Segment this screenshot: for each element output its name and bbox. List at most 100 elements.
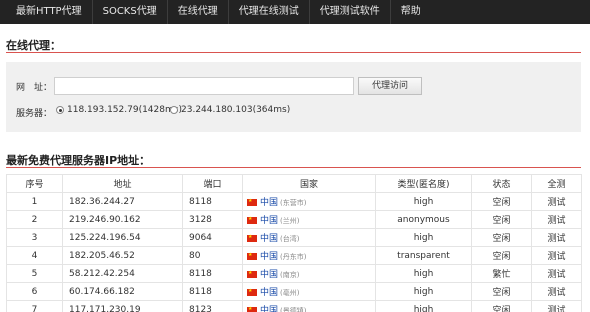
country-name[interactable]: 中国 (260, 198, 278, 208)
row-status: 空闲 (471, 282, 532, 301)
row-country: 中国(东营市) (242, 192, 376, 211)
nav-item-proxy-online-test[interactable]: 代理在线测试 (229, 0, 310, 24)
row-address: 182.205.46.52 (62, 246, 183, 265)
row-port: 9064 (182, 228, 243, 247)
test-all-link[interactable]: 全测 (531, 174, 582, 193)
table-row: 558.212.42.2548118中国(南京)high繁忙测试 (6, 264, 582, 283)
row-number: 4 (6, 246, 63, 265)
country-name[interactable]: 中国 (260, 306, 278, 312)
row-port: 8118 (182, 264, 243, 283)
nav-item-online-proxy[interactable]: 在线代理 (168, 0, 229, 24)
radio-unchecked-icon[interactable] (170, 106, 178, 114)
test-link[interactable]: 测试 (531, 246, 582, 265)
row-status: 空闲 (471, 300, 532, 312)
row-port: 8118 (182, 282, 243, 301)
row-address: 219.246.90.162 (62, 210, 183, 229)
nav-item-proxy-test-software[interactable]: 代理测试软件 (310, 0, 391, 24)
test-link[interactable]: 测试 (531, 264, 582, 283)
city-name: (亳州) (280, 289, 300, 297)
nav-item-help[interactable]: 帮助 (391, 0, 431, 24)
row-port: 8123 (182, 300, 243, 312)
test-link[interactable]: 测试 (531, 282, 582, 301)
row-country: 中国(景德镇) (242, 300, 376, 312)
server-option-label: 23.244.180.103(364ms) (181, 105, 291, 115)
col-header-type: 类型(匿名度) (375, 174, 472, 193)
table-row: 7117.171.230.198123中国(景德镇)high空闲测试 (6, 300, 582, 312)
proxy-visit-button[interactable]: 代理访问 (358, 77, 422, 95)
row-status: 空闲 (471, 228, 532, 247)
city-name: (南京) (280, 271, 300, 279)
row-status: 空闲 (471, 246, 532, 265)
china-flag-icon (247, 232, 257, 242)
test-link[interactable]: 测试 (531, 210, 582, 229)
col-header-no: 序号 (6, 174, 63, 193)
row-type: high (375, 264, 472, 283)
row-status: 空闲 (471, 192, 532, 211)
row-address: 117.171.230.19 (62, 300, 183, 312)
row-address: 60.174.66.182 (62, 282, 183, 301)
row-country: 中国(亳州) (242, 282, 376, 301)
row-type: high (375, 300, 472, 312)
row-status: 繁忙 (471, 264, 532, 283)
country-name[interactable]: 中国 (260, 234, 278, 244)
server-option-2[interactable]: 23.244.180.103(364ms) (170, 105, 290, 115)
row-type: high (375, 192, 472, 211)
china-flag-icon (247, 250, 257, 260)
row-status: 空闲 (471, 210, 532, 229)
city-name: (台湾) (280, 235, 300, 243)
row-type: anonymous (375, 210, 472, 229)
proxy-list-divider (6, 167, 581, 168)
nav-item-socks-proxy[interactable]: SOCKS代理 (93, 0, 168, 24)
row-type: transparent (375, 246, 472, 265)
row-address: 125.224.196.54 (62, 228, 183, 247)
row-country: 中国(南京) (242, 264, 376, 283)
address-input[interactable] (54, 77, 354, 95)
table-row: 2219.246.90.1623128中国(兰州)anonymous空闲测试 (6, 210, 582, 229)
row-address: 182.36.244.27 (62, 192, 183, 211)
china-flag-icon (247, 196, 257, 206)
address-label: 网 址： (16, 83, 53, 93)
row-country: 中国(丹东市) (242, 246, 376, 265)
online-proxy-divider (6, 52, 581, 53)
nav-item-http-proxy[interactable]: 最新HTTP代理 (6, 0, 93, 24)
city-name: (东营市) (280, 199, 307, 207)
row-country: 中国(兰州) (242, 210, 376, 229)
online-proxy-panel: 网 址： 代理访问 服务器： 118.193.152.79(1428ms) 23… (6, 62, 581, 132)
country-name[interactable]: 中国 (260, 288, 278, 298)
online-proxy-title: 在线代理： (6, 39, 61, 52)
row-address: 58.212.42.254 (62, 264, 183, 283)
city-name: (兰州) (280, 217, 300, 225)
server-option-1[interactable]: 118.193.152.79(1428ms) (56, 105, 182, 115)
china-flag-icon (247, 304, 257, 312)
row-number: 2 (6, 210, 63, 229)
table-header-row: 序号 地址 端口 国家 类型(匿名度) 状态 全测 (6, 174, 582, 193)
table-row: 3125.224.196.549064中国(台湾)high空闲测试 (6, 228, 582, 247)
col-header-address: 地址 (62, 174, 183, 193)
server-label: 服务器： (16, 109, 53, 119)
country-name[interactable]: 中国 (260, 216, 278, 226)
row-type: high (375, 228, 472, 247)
row-country: 中国(台湾) (242, 228, 376, 247)
row-number: 6 (6, 282, 63, 301)
test-link[interactable]: 测试 (531, 300, 582, 312)
row-type: high (375, 282, 472, 301)
city-name: (丹东市) (280, 253, 307, 261)
row-number: 1 (6, 192, 63, 211)
row-number: 5 (6, 264, 63, 283)
table-row: 660.174.66.1828118中国(亳州)high空闲测试 (6, 282, 582, 301)
table-row: 1182.36.244.278118中国(东营市)high空闲测试 (6, 192, 582, 211)
row-port: 80 (182, 246, 243, 265)
col-header-port: 端口 (182, 174, 243, 193)
radio-checked-icon[interactable] (56, 106, 64, 114)
proxy-list-title: 最新免费代理服务器IP地址： (6, 154, 151, 167)
col-header-country: 国家 (242, 174, 376, 193)
row-number: 3 (6, 228, 63, 247)
proxy-table: 序号 地址 端口 国家 类型(匿名度) 状态 全测 1 182.36.244.27… (6, 174, 582, 312)
test-link[interactable]: 测试 (531, 192, 582, 211)
test-link[interactable]: 测试 (531, 228, 582, 247)
china-flag-icon (247, 214, 257, 224)
table-row: 4182.205.46.5280中国(丹东市)transparent空闲测试 (6, 246, 582, 265)
country-name[interactable]: 中国 (260, 270, 278, 280)
country-name[interactable]: 中国 (260, 252, 278, 262)
col-header-status: 状态 (471, 174, 532, 193)
